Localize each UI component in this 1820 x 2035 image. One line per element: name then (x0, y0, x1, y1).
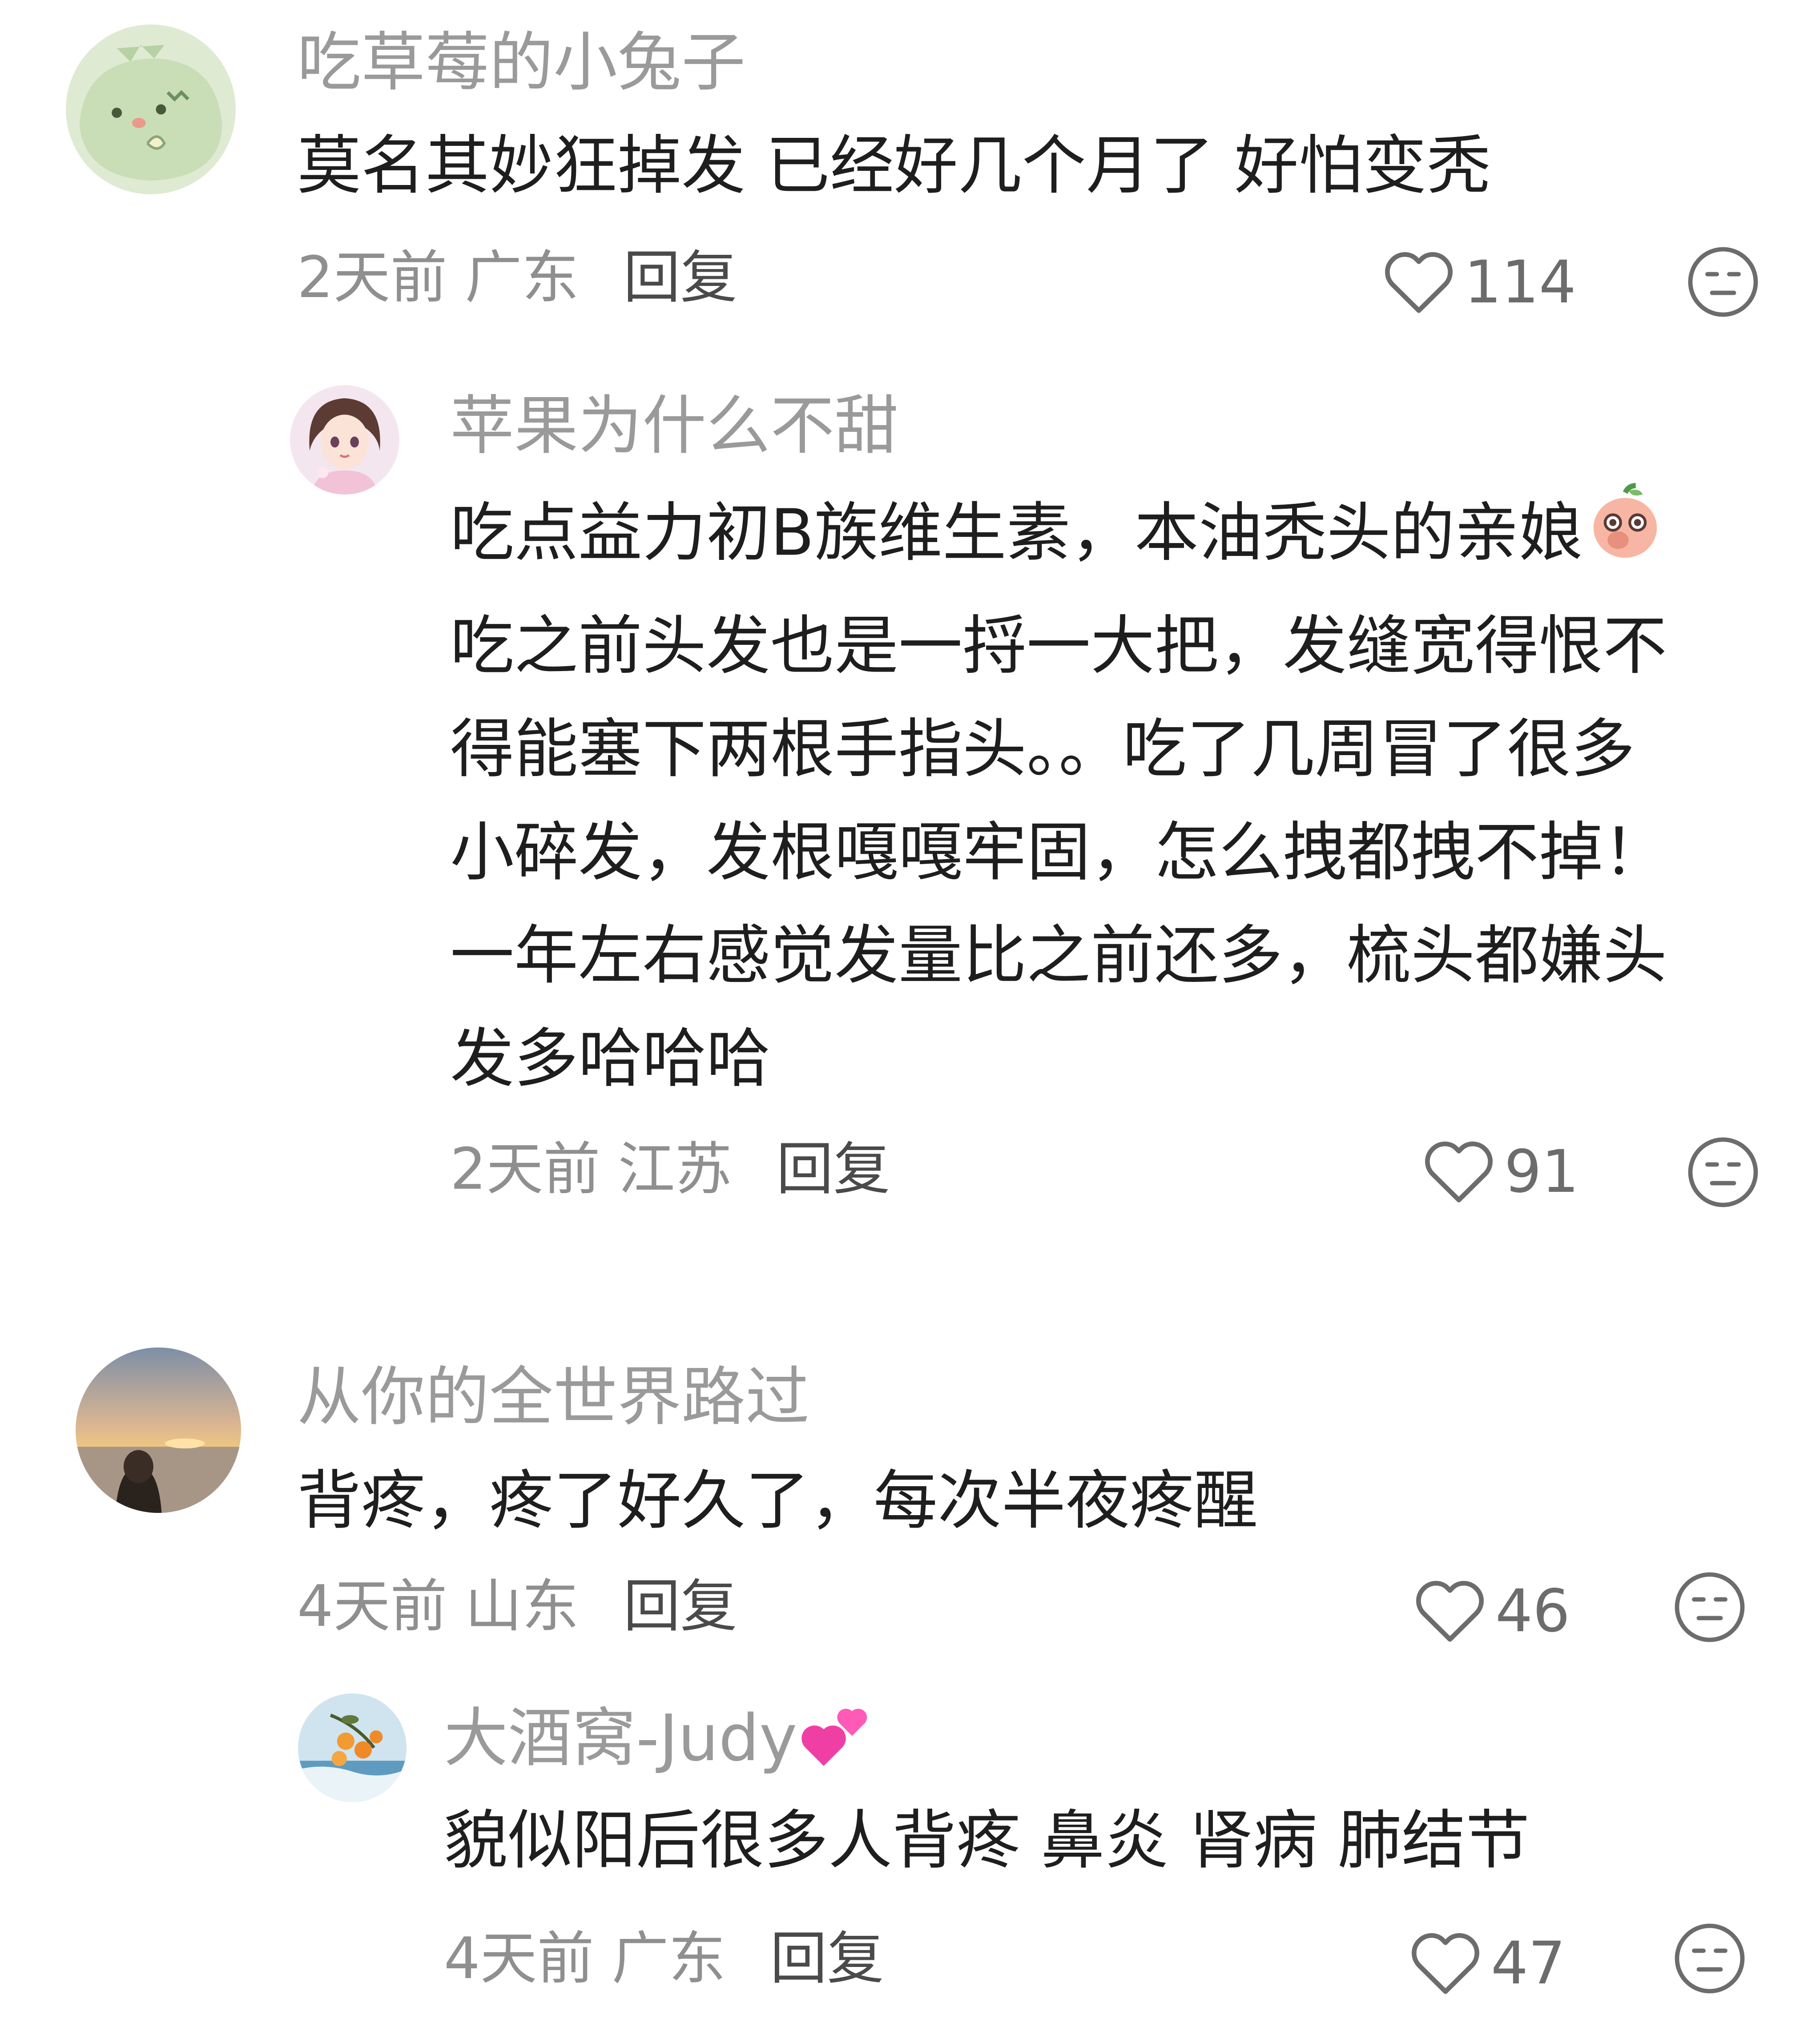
reply-button[interactable]: 回复 (623, 1573, 737, 1640)
like-button[interactable]: 46 (1414, 1573, 1570, 1649)
neutral-face-icon (1675, 1923, 1745, 1994)
dislike-button[interactable] (1686, 245, 1760, 319)
comment-line: 貌似阳后很多人背疼 鼻炎 肾病 肺结节 (444, 1803, 1530, 1878)
username[interactable]: 吃草莓的小兔子 (297, 20, 745, 105)
comment-line: 吃点益力初B族维生素，本油秃头的亲娘 (450, 480, 1667, 594)
comment-meta: 2天前 广东 回复 (297, 240, 737, 316)
peach-face-emoji (1583, 480, 1667, 594)
avatar[interactable] (76, 1347, 241, 1513)
avatar[interactable] (298, 1693, 407, 1802)
like-button[interactable]: 91 (1423, 1134, 1579, 1210)
username[interactable]: 大酒窝-Judy (444, 1693, 877, 1793)
like-count: 114 (1464, 248, 1576, 317)
heart-icon (1425, 1141, 1493, 1202)
two-hearts-emoji (797, 1693, 877, 1793)
reply-button[interactable]: 回复 (776, 1136, 890, 1202)
neutral-face-icon (1688, 1137, 1758, 1207)
dislike-button[interactable] (1672, 1921, 1747, 1996)
heart-icon (1416, 1581, 1484, 1642)
comment-meta: 4天前 山东 回复 (297, 1569, 737, 1645)
location: 广东 (612, 1926, 726, 1992)
comment-meta: 4天前 广东 回复 (444, 1921, 884, 1997)
comment-line: 吃之前头发也是一捋一大把，发缝宽得恨不 (450, 608, 1667, 683)
reply-button[interactable]: 回复 (770, 1926, 884, 1992)
avatar[interactable] (66, 24, 236, 194)
comment-text: 莫名其妙狂掉发 已经好几个月了 好怕变秃 (297, 114, 1491, 217)
neutral-face-icon (1675, 1572, 1745, 1642)
avatar[interactable] (290, 385, 399, 495)
comment-line: 得能塞下两根手指头。。吃了几周冒了很多 (450, 712, 1635, 786)
comment-line: 小碎发，发根嘎嘎牢固，怎么拽都拽不掉！ (450, 815, 1667, 889)
like-count: 47 (1491, 1929, 1566, 1998)
username[interactable]: 苹果为什么不甜 (450, 383, 898, 468)
comment-text: 貌似阳后很多人背疼 鼻炎 肾病 肺结节 (444, 1789, 1530, 1892)
location: 江苏 (618, 1136, 732, 1202)
timestamp: 2天前 (297, 245, 447, 311)
like-button[interactable]: 114 (1383, 245, 1576, 320)
comment-meta: 2天前 江苏 回复 (450, 1132, 890, 1207)
timestamp: 2天前 (450, 1136, 600, 1202)
comment-line: 莫名其妙狂掉发 已经好几个月了 好怕变秃 (297, 128, 1491, 203)
username[interactable]: 从你的全世界路过 (297, 1355, 809, 1439)
location: 山东 (465, 1573, 579, 1640)
dislike-button[interactable] (1672, 1570, 1747, 1645)
comment-line: 发多哈哈哈 (450, 1021, 771, 1096)
timestamp: 4天前 (444, 1926, 594, 1992)
like-count: 46 (1495, 1577, 1570, 1645)
heart-icon (1385, 252, 1453, 313)
sunset-photo-avatar-icon (76, 1347, 241, 1513)
anime-girl-avatar-icon (290, 385, 399, 495)
location: 广东 (465, 245, 579, 311)
comment-text: 吃点益力初B族维生素，本油秃头的亲娘 吃之前头发也是一捋一大把，发缝宽得恨不 得… (450, 480, 1667, 1110)
comment-line: 一年左右感觉发量比之前还多，梳头都嫌头 (450, 918, 1667, 993)
timestamp: 4天前 (297, 1573, 447, 1640)
heart-icon (1412, 1933, 1479, 1994)
reply-button[interactable]: 回复 (623, 245, 737, 311)
like-button[interactable]: 47 (1410, 1926, 1566, 2001)
dislike-button[interactable] (1686, 1135, 1760, 1210)
like-count: 91 (1504, 1138, 1579, 1206)
green-dino-avatar-icon (66, 24, 236, 194)
comment-line: 背疼，疼了好久了，每次半夜疼醒 (297, 1463, 1258, 1538)
comment-text: 背疼，疼了好久了，每次半夜疼醒 (297, 1449, 1258, 1552)
oranges-photo-avatar-icon (298, 1693, 407, 1802)
neutral-face-icon (1688, 247, 1758, 317)
